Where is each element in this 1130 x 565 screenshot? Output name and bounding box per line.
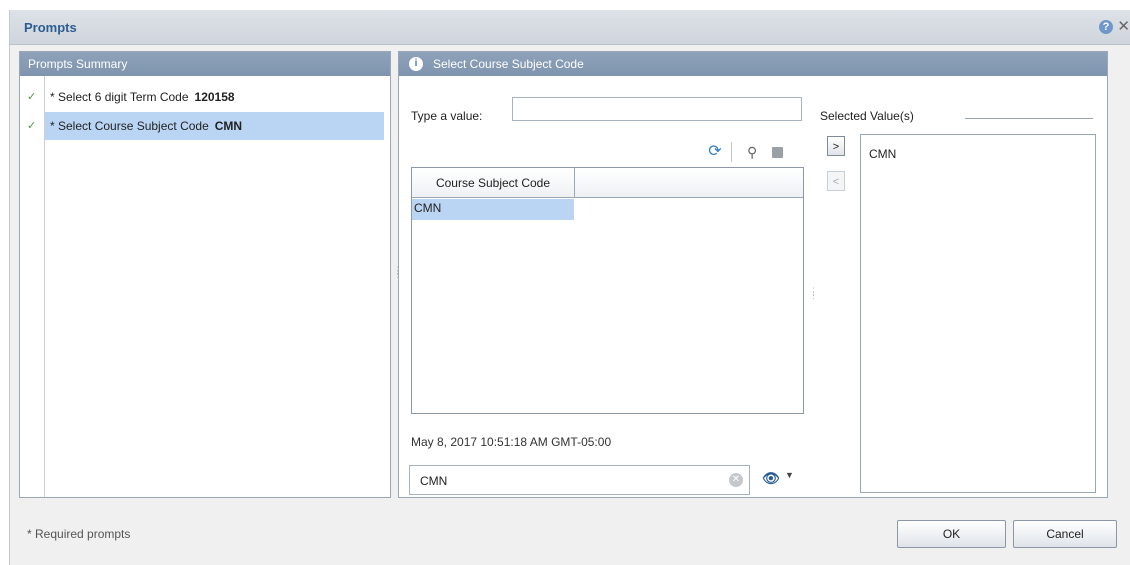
summary-item-label: * Select 6 digit Term Code 120158 bbox=[50, 83, 235, 111]
chevron-down-icon[interactable]: ▼ bbox=[785, 470, 794, 480]
check-icon: ✓ bbox=[27, 91, 37, 103]
binoculars-icon[interactable]: 👁 bbox=[762, 470, 780, 487]
summary-item-course-subject-code[interactable]: ✓ * Select Course Subject Code CMN bbox=[20, 112, 384, 140]
remove-selected-button[interactable]: < bbox=[827, 171, 845, 191]
required-prompts-note: * Required prompts bbox=[27, 527, 131, 541]
panel-header-title: Select Course Subject Code bbox=[433, 57, 584, 71]
note-icon[interactable] bbox=[772, 147, 783, 158]
refresh-icon[interactable]: ⟳ bbox=[706, 143, 724, 161]
prompts-summary-panel: Prompts Summary ✓ * Select 6 digit Term … bbox=[19, 51, 391, 498]
summary-item-value: 120158 bbox=[194, 90, 235, 104]
ok-button[interactable]: OK bbox=[897, 520, 1006, 548]
type-value-input[interactable] bbox=[512, 97, 802, 121]
cancel-button[interactable]: Cancel bbox=[1013, 520, 1117, 548]
search-value: CMN bbox=[420, 474, 448, 488]
help-icon[interactable]: ? bbox=[1099, 20, 1113, 34]
prompts-summary-header: Prompts Summary bbox=[20, 52, 390, 76]
check-icon: ✓ bbox=[27, 120, 37, 132]
selected-values-list[interactable]: CMN bbox=[860, 134, 1096, 493]
toolbar-separator bbox=[731, 142, 732, 162]
panel-header: i Select Course Subject Code bbox=[399, 52, 1107, 76]
type-value-label: Type a value: bbox=[411, 109, 483, 123]
list-item[interactable]: CMN bbox=[412, 199, 574, 220]
selected-value-item[interactable]: CMN bbox=[869, 147, 896, 161]
summary-item-text: * Select Course Subject Code bbox=[50, 119, 209, 133]
dialog-title: Prompts bbox=[24, 20, 77, 35]
summary-item-value: CMN bbox=[214, 119, 243, 133]
column-header-course-subject-code[interactable]: Course Subject Code bbox=[412, 168, 575, 198]
select-course-subject-panel: i Select Course Subject Code Type a valu… bbox=[398, 51, 1108, 498]
selected-values-divider bbox=[965, 118, 1093, 119]
summary-item-label: * Select Course Subject Code CMN bbox=[50, 112, 242, 140]
close-icon[interactable]: ✕ bbox=[1117, 17, 1130, 35]
splitter-grip[interactable]: ⋮⋮ bbox=[809, 287, 818, 300]
summary-item-text: * Select 6 digit Term Code bbox=[50, 90, 189, 104]
search-field[interactable]: CMN ✕ bbox=[409, 465, 750, 495]
values-list[interactable]: Course Subject Code CMN bbox=[411, 167, 804, 414]
key-icon[interactable]: ⚲ bbox=[747, 144, 757, 161]
column-header-filler bbox=[575, 168, 803, 198]
clear-icon[interactable]: ✕ bbox=[729, 473, 743, 487]
add-selected-button[interactable]: > bbox=[827, 136, 845, 156]
summary-item-term-code[interactable]: ✓ * Select 6 digit Term Code 120158 bbox=[20, 83, 384, 111]
info-icon: i bbox=[409, 57, 423, 71]
selected-values-label: Selected Value(s) bbox=[820, 109, 914, 123]
dialog-titlebar: Prompts ? ✕ bbox=[10, 10, 1130, 45]
timestamp: May 8, 2017 10:51:18 AM GMT-05:00 bbox=[411, 435, 612, 449]
